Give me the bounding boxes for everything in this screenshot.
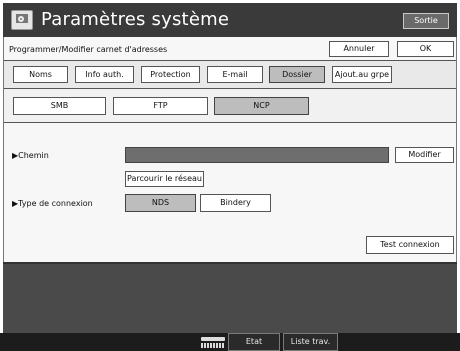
tab-noms[interactable]: Noms: [13, 66, 68, 83]
path-field[interactable]: [125, 147, 389, 163]
browse-network-button[interactable]: Parcourir le réseau: [125, 171, 204, 187]
protocol-selector: SMB FTP NCP: [4, 89, 456, 123]
title-bar: Paramètres système Sortie: [3, 3, 457, 37]
tab-bar: Noms Info auth. Protection E-mail Dossie…: [4, 61, 456, 89]
connection-nds-button[interactable]: NDS: [125, 194, 196, 212]
system-settings-icon: [11, 10, 33, 30]
protocol-ncp-button[interactable]: NCP: [214, 97, 309, 115]
tab-ajout-groupe[interactable]: Ajout.au grpe: [332, 66, 392, 83]
cancel-button[interactable]: Annuler: [329, 41, 389, 57]
connection-bindery-button[interactable]: Bindery: [200, 194, 271, 212]
main-panel: Programmer/Modifier carnet d'adresses An…: [3, 37, 457, 262]
protocol-smb-button[interactable]: SMB: [13, 97, 106, 115]
exit-button[interactable]: Sortie: [403, 13, 449, 29]
page-title: Programmer/Modifier carnet d'adresses: [9, 45, 168, 54]
path-label: ▶Chemin: [12, 151, 49, 160]
tab-protection[interactable]: Protection: [141, 66, 200, 83]
system-status-button[interactable]: Etat système: [228, 333, 280, 351]
ok-button[interactable]: OK: [397, 41, 454, 57]
tab-info-auth[interactable]: Info auth.: [75, 66, 134, 83]
test-connection-button[interactable]: Test connexion: [366, 236, 454, 254]
keyboard-icon: [201, 337, 225, 348]
connection-type-label: ▶Type de connexion: [12, 199, 93, 208]
subheader: Programmer/Modifier carnet d'adresses An…: [4, 37, 456, 61]
status-bar: Etat système Liste trav.: [0, 333, 460, 351]
tab-email[interactable]: E-mail: [207, 66, 263, 83]
modify-path-button[interactable]: Modifier: [395, 147, 454, 163]
protocol-ftp-button[interactable]: FTP: [113, 97, 208, 115]
message-area: [3, 262, 457, 333]
job-list-button[interactable]: Liste trav.: [283, 333, 338, 351]
app-title: Paramètres système: [41, 9, 230, 30]
folder-settings: ▶Chemin Modifier Parcourir le réseau ▶Ty…: [4, 123, 456, 262]
tab-dossier[interactable]: Dossier: [269, 66, 325, 83]
